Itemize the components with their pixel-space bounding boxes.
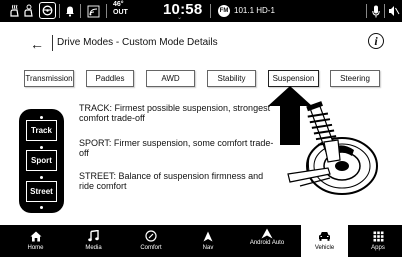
chevron-down-icon[interactable]: ⌄ bbox=[177, 14, 182, 21]
music-note-icon bbox=[88, 230, 99, 242]
nav-comfort[interactable]: Comfort bbox=[128, 225, 174, 257]
suspension-illustration bbox=[268, 86, 378, 195]
nav-android-auto[interactable]: Android Auto bbox=[243, 225, 291, 257]
seat-heat-icon[interactable] bbox=[8, 3, 22, 19]
apps-grid-icon bbox=[373, 230, 384, 242]
tab-transmission[interactable]: Transmission bbox=[24, 70, 74, 87]
status-separator bbox=[366, 4, 367, 18]
status-separator bbox=[384, 4, 385, 18]
vehicle-icon bbox=[318, 230, 331, 242]
status-separator bbox=[106, 4, 107, 18]
android-auto-icon bbox=[261, 227, 273, 239]
mode-track-button[interactable]: Track bbox=[26, 120, 57, 141]
indicator-dot bbox=[40, 116, 43, 119]
navigation-arrow-icon bbox=[203, 230, 213, 242]
clock: 10:58 bbox=[163, 1, 203, 18]
nav-apps[interactable]: Apps bbox=[358, 225, 398, 257]
radio-icon: FM bbox=[218, 5, 230, 17]
home-icon bbox=[30, 230, 42, 242]
nav-vehicle[interactable]: Vehicle bbox=[301, 225, 348, 257]
status-bar: 46° OUT 10:58 ⌄ FM 101.1 HD-1 bbox=[0, 0, 402, 22]
mode-street-button[interactable]: Street bbox=[26, 181, 57, 202]
sport-description: SPORT: Firmer suspension, some comfort t… bbox=[79, 138, 274, 158]
microphone-icon[interactable] bbox=[371, 3, 381, 19]
nav-home[interactable]: Home bbox=[14, 225, 57, 257]
heated-wheel-icon[interactable] bbox=[39, 2, 56, 19]
street-description: STREET: Balance of suspension firmness a… bbox=[79, 171, 264, 191]
seat-cool-icon[interactable] bbox=[23, 3, 35, 19]
up-arrow-icon bbox=[268, 86, 312, 145]
status-separator bbox=[80, 4, 81, 18]
tab-paddles[interactable]: Paddles bbox=[86, 70, 134, 87]
nav-navigation[interactable]: Nav bbox=[186, 225, 230, 257]
mute-icon[interactable] bbox=[388, 3, 400, 19]
info-icon[interactable]: i bbox=[368, 33, 384, 49]
mode-sport-button[interactable]: Sport bbox=[26, 150, 57, 171]
indicator-dot bbox=[40, 206, 43, 209]
back-button[interactable]: ← bbox=[30, 36, 44, 52]
outside-temperature: 46° OUT bbox=[113, 1, 128, 16]
mode-selector: Track Sport Street bbox=[19, 109, 64, 213]
track-description: TRACK: Firmest possible suspension, stro… bbox=[79, 103, 271, 123]
nav-media[interactable]: Media bbox=[72, 225, 115, 257]
notification-bell-icon[interactable] bbox=[64, 3, 76, 19]
comfort-icon bbox=[145, 230, 157, 242]
bottom-nav: Home Media Comfort Nav Android Auto Vehi… bbox=[0, 225, 402, 257]
status-separator bbox=[210, 4, 211, 18]
header-separator bbox=[52, 35, 53, 51]
indicator-dot bbox=[40, 176, 43, 179]
tab-awd[interactable]: AWD bbox=[146, 70, 195, 87]
indicator-dot bbox=[40, 146, 43, 149]
wireless-icon[interactable] bbox=[86, 3, 100, 19]
status-separator bbox=[59, 4, 60, 18]
page-title: Drive Modes - Custom Mode Details bbox=[57, 37, 218, 48]
tab-stability[interactable]: Stability bbox=[207, 70, 256, 87]
radio-station[interactable]: 101.1 HD-1 bbox=[234, 6, 275, 15]
